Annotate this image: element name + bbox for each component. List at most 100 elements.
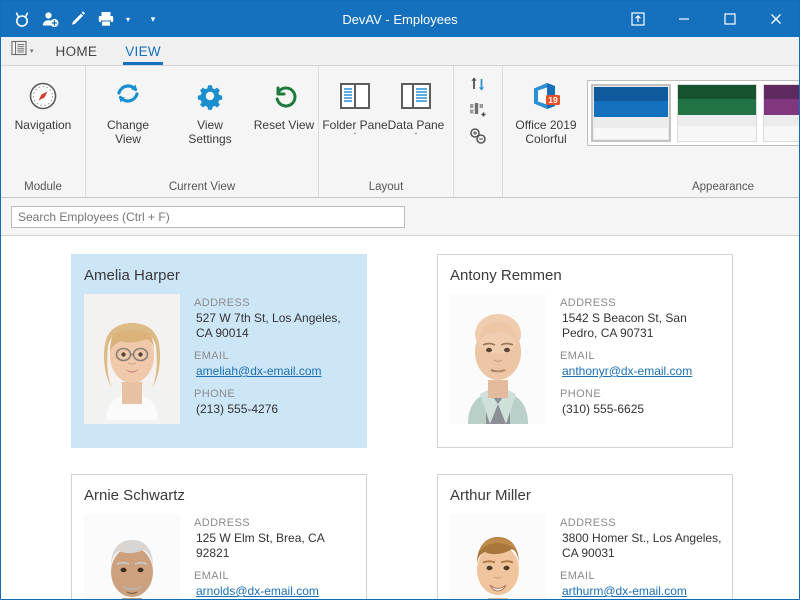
filter-icon[interactable] bbox=[469, 126, 487, 146]
file-menu-caret-icon: ▾ bbox=[30, 47, 34, 55]
compass-icon bbox=[27, 78, 59, 114]
ribbon: Navigation ˇ Module Change View View Set… bbox=[1, 66, 799, 198]
employee-fields: ADDRESS 125 W Elm St, Brea, CA 92821 EMA… bbox=[194, 514, 356, 599]
theme-swatch-purple[interactable] bbox=[763, 84, 799, 142]
address-label: ADDRESS bbox=[560, 297, 616, 309]
ribbon-group-module: Navigation ˇ Module bbox=[1, 66, 86, 197]
group-label-appearance: Appearance bbox=[691, 181, 755, 193]
group-label-module: Module bbox=[24, 181, 62, 193]
theme-swatch-green[interactable] bbox=[677, 84, 757, 142]
group-by-icon[interactable] bbox=[469, 100, 487, 120]
view-settings-button[interactable]: View Settings bbox=[164, 72, 256, 150]
address-value: 3800 Homer St., Los Angeles, CA 90031 bbox=[562, 531, 722, 560]
folder-pane-dropdown-caret-icon[interactable]: ˇ bbox=[354, 132, 357, 142]
ribbon-group-current-view: Change View View Settings Reset View Cur… bbox=[86, 66, 319, 197]
ribbon-group-layout: Folder Pane ˇ Data Pane ˇ Layout bbox=[319, 66, 454, 197]
email-label: EMAIL bbox=[194, 350, 230, 362]
address-label: ADDRESS bbox=[194, 517, 250, 529]
email-value[interactable]: arnolds@dx-email.com bbox=[196, 584, 356, 599]
employee-card-view: Amelia Harper ADDRESS 527 W 7th St, Los … bbox=[1, 236, 799, 599]
address-value: 527 W 7th St, Los Angeles, CA 90014 bbox=[196, 311, 341, 340]
email-value[interactable]: anthonyr@dx-email.com bbox=[562, 364, 722, 379]
address-value: 1542 S Beacon St, San Pedro, CA 90731 bbox=[562, 311, 687, 340]
tab-view[interactable]: VIEW bbox=[111, 38, 175, 65]
email-value[interactable]: ameliah@dx-email.com bbox=[196, 364, 356, 379]
employee-name: Amelia Harper bbox=[84, 267, 180, 284]
minimize-button[interactable] bbox=[661, 1, 707, 37]
phone-value: (310) 555-6625 bbox=[562, 402, 645, 416]
reset-view-button[interactable]: Reset View bbox=[254, 72, 314, 150]
search-input[interactable] bbox=[11, 205, 405, 228]
office-theme-label: Office 2019 Colorful bbox=[515, 118, 577, 146]
data-pane-button[interactable]: Data Pane ˇ bbox=[385, 72, 447, 150]
edit-pencil-icon[interactable] bbox=[65, 6, 91, 32]
appearance-gallery-wrapper: ▲ ▼ bbox=[583, 72, 799, 146]
maximize-button[interactable] bbox=[707, 1, 753, 37]
data-pane-label: Data Pane bbox=[387, 118, 445, 132]
quick-access-toolbar: ▾ ▾ bbox=[1, 6, 163, 32]
address-value: 125 W Elm St, Brea, CA 92821 bbox=[196, 531, 325, 560]
navigation-button[interactable]: Navigation ˇ bbox=[7, 72, 79, 150]
folder-pane-icon bbox=[339, 78, 371, 114]
reset-undo-icon bbox=[269, 78, 299, 114]
group-label-current-view: Current View bbox=[168, 181, 236, 193]
change-view-button[interactable]: Change View bbox=[92, 72, 164, 150]
phone-label: PHONE bbox=[560, 388, 602, 400]
address-label: ADDRESS bbox=[194, 297, 250, 309]
qat-customize-icon[interactable]: ▾ bbox=[143, 6, 163, 32]
email-label: EMAIL bbox=[560, 570, 596, 582]
ribbon-display-options-button[interactable] bbox=[615, 1, 661, 37]
navigation-dropdown-caret-icon[interactable]: ˇ bbox=[42, 132, 45, 142]
search-bar bbox=[1, 198, 799, 236]
email-label: EMAIL bbox=[560, 350, 596, 362]
change-view-label: Change View bbox=[106, 118, 150, 146]
employee-card[interactable]: Antony Remmen ADDRESS 1542 S Beacon St, … bbox=[437, 254, 733, 448]
employee-card[interactable]: Amelia Harper ADDRESS 527 W 7th St, Los … bbox=[71, 254, 367, 448]
folder-pane-button[interactable]: Folder Pane ˇ bbox=[322, 72, 388, 150]
theme-swatch-blue[interactable] bbox=[591, 84, 671, 142]
address-label: ADDRESS bbox=[560, 517, 616, 529]
view-settings-label: View Settings bbox=[188, 118, 232, 146]
print-dropdown-caret-icon[interactable]: ▾ bbox=[121, 6, 135, 32]
email-label: EMAIL bbox=[194, 570, 230, 582]
photo-antony-remmen bbox=[450, 294, 546, 424]
add-person-icon[interactable] bbox=[37, 6, 63, 32]
ribbon-group-appearance: 19 Office 2019 Colorful Appearance bbox=[503, 66, 799, 197]
office-2019-icon: 19 bbox=[529, 78, 563, 114]
group-label-arrange bbox=[454, 177, 502, 197]
navigation-label: Navigation bbox=[14, 118, 72, 132]
employee-card[interactable]: Arthur Miller ADDRESS 3800 Homer St., Lo… bbox=[437, 474, 733, 599]
close-button[interactable] bbox=[753, 1, 799, 37]
employee-fields: ADDRESS 1542 S Beacon St, San Pedro, CA … bbox=[560, 294, 722, 437]
file-menu-button[interactable]: ▾ bbox=[7, 36, 42, 65]
ribbon-group-arrange bbox=[454, 66, 503, 197]
devav-logo-icon[interactable] bbox=[9, 6, 35, 32]
application-window: ▾ ▾ DevAV - Employees ▾ HOME VIEW Naviga… bbox=[0, 0, 800, 600]
employee-fields: ADDRESS 527 W 7th St, Los Angeles, CA 90… bbox=[194, 294, 356, 437]
photo-amelia-harper bbox=[84, 294, 180, 424]
svg-text:19: 19 bbox=[548, 95, 558, 105]
refresh-view-icon bbox=[113, 78, 143, 114]
data-pane-dropdown-caret-icon[interactable]: ˇ bbox=[415, 132, 418, 142]
folder-pane-label: Folder Pane bbox=[322, 118, 388, 132]
email-value[interactable]: arthurm@dx-email.com bbox=[562, 584, 722, 599]
sort-icon[interactable] bbox=[469, 74, 487, 94]
photo-arthur-miller bbox=[450, 514, 546, 599]
appearance-gallery bbox=[587, 80, 799, 146]
employee-card[interactable]: Arnie Schwartz ADDRESS 125 W Elm St, Bre… bbox=[71, 474, 367, 599]
reset-view-label: Reset View bbox=[253, 118, 315, 132]
gear-icon bbox=[195, 78, 225, 114]
window-controls bbox=[615, 1, 799, 37]
ribbon-tab-bar: ▾ HOME VIEW bbox=[1, 37, 799, 66]
phone-value: (213) 555-4276 bbox=[196, 402, 279, 416]
tab-home[interactable]: HOME bbox=[42, 38, 112, 65]
print-icon[interactable] bbox=[93, 6, 119, 32]
data-pane-icon bbox=[400, 78, 432, 114]
title-bar: ▾ ▾ DevAV - Employees bbox=[1, 1, 799, 37]
group-label-layout: Layout bbox=[368, 181, 404, 193]
card-grid: Amelia Harper ADDRESS 527 W 7th St, Los … bbox=[1, 254, 799, 599]
employee-name: Arthur Miller bbox=[450, 487, 531, 504]
employee-name: Antony Remmen bbox=[450, 267, 562, 284]
file-menu-icon bbox=[11, 40, 28, 61]
office-theme-button[interactable]: 19 Office 2019 Colorful bbox=[509, 72, 583, 150]
